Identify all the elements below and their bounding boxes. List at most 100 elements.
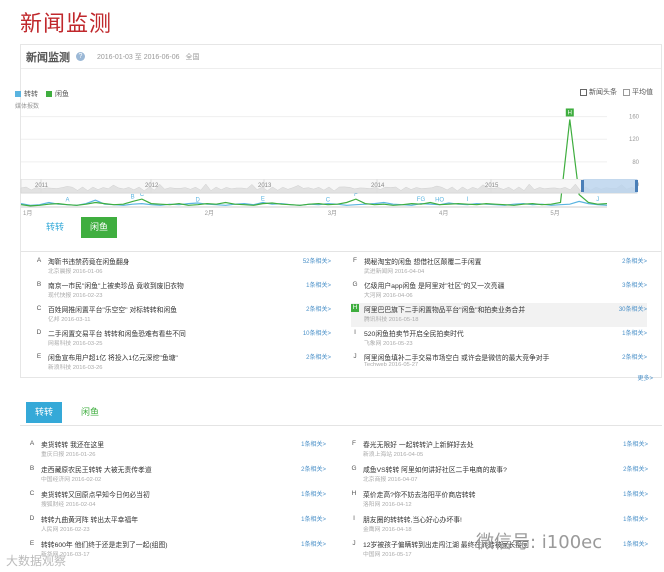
news-title-link[interactable]: 二手闲置交易平台 转转和闲鱼恐难有看些不同: [48, 328, 284, 338]
news-title-link[interactable]: 亿级用户app闲鱼 是阿里对"社区"的又一次亮疆: [364, 280, 600, 290]
related-count-link[interactable]: 1条相关>: [623, 539, 648, 548]
tab-zhuanzhuan[interactable]: 转转: [37, 217, 73, 238]
news-title-link[interactable]: 转转600年 他们终于还是走到了一起(组图): [41, 539, 279, 549]
navigator-year-label: 2012: [145, 183, 159, 189]
news-item[interactable]: D 转转九曲黄河阵 转出太平幸福年 人民网 2016-02-23 1条相关>: [28, 513, 326, 537]
news-item[interactable]: J 阿里闲鱼填补二手交易市场空白 或许会是微信的最大竞争对手 Techweb 201…: [351, 351, 647, 375]
news-title-link[interactable]: 菜价走高?你不妨去洛阳平价商店转转: [363, 489, 601, 499]
more-link[interactable]: 更多>: [637, 373, 653, 382]
watermark-left: 大数据观察: [6, 554, 67, 568]
news-item[interactable]: B 走西藏原农民王转转 大被无责传孝道 中国经济网 2016-02-02 2条相关>: [28, 463, 326, 487]
news-title-link[interactable]: 阿里巴巴旗下二手闲置物品平台"闲鱼"和拍卖业务合并: [364, 304, 600, 314]
related-count-link[interactable]: 3条相关>: [622, 280, 647, 289]
scope-label[interactable]: 全国: [186, 52, 200, 62]
related-count-link[interactable]: 2条相关>: [622, 352, 647, 361]
slide-title: 新闻监测: [20, 12, 113, 37]
news-item[interactable]: B 南京一市民"闲鱼"上被卖珍品 竟收到废旧衣物 现代快报 2016-02-23 1条…: [35, 279, 331, 303]
news-source: 大河网 2016-04-06: [364, 293, 413, 299]
related-count-link[interactable]: 1条相关>: [306, 280, 331, 289]
news-letter-badge: I: [354, 329, 356, 336]
chart-options: 新闻头条 平均值: [580, 87, 653, 97]
news-item[interactable]: G 咸鱼VS转转 阿里如何讲好社区二手电商的故事? 北京商报 2016-04-07 2…: [350, 463, 648, 487]
news-item[interactable]: H 菜价走高?你不妨去洛阳平价商店转转 洛阳网 2016-04-12 1条相关>: [350, 488, 648, 512]
news-letter-badge: E: [36, 353, 42, 360]
news-list-top: A 淘靳书违禁药竟在闲鱼翻身 北京晨报 2016-01-06 52条相关> B 南京一市民…: [35, 255, 655, 382]
option-label: 新闻头条: [589, 89, 617, 96]
news-title-link[interactable]: 揭秘淘宝的闲鱼 想借社区颠覆二手闲置: [364, 256, 600, 266]
related-count-link[interactable]: 1条相关>: [622, 328, 647, 337]
news-item[interactable]: A 淘靳书违禁药竟在闲鱼翻身 北京晨报 2016-01-06 52条相关>: [35, 255, 331, 279]
related-count-link[interactable]: 2条相关>: [622, 256, 647, 265]
tab-zhuanzhuan-active[interactable]: 转转: [26, 402, 63, 423]
news-letter-badge: F: [353, 257, 357, 264]
related-count-link[interactable]: 1条相关>: [623, 514, 648, 523]
news-item[interactable]: F 春光无限好 一起转转沪上新鲜好去处 新浪上海站 2016-04-05 1条相关>: [350, 438, 648, 462]
news-source: 金鹰网 2016-04-18: [363, 527, 412, 533]
news-title-link[interactable]: 淘靳书违禁药竟在闲鱼翻身: [48, 256, 284, 266]
event-marker-label: I: [467, 197, 469, 203]
news-item[interactable]: E 转转600年 他们终于还是走到了一起(组图) 新华网 2016-03-17 1条相…: [28, 538, 326, 562]
news-title-link[interactable]: 转转九曲黄河阵 转出太平幸福年: [41, 514, 279, 524]
news-item[interactable]: I 520闲鱼拍卖节开启全民拍卖时代飞象网 2016-05-23 1条相关>: [351, 327, 647, 351]
news-title-link[interactable]: 520闲鱼拍卖节开启全民拍卖时代: [364, 328, 600, 338]
news-title-link[interactable]: 走西藏原农民王转转 大被无责传孝道: [41, 464, 279, 474]
related-count-link[interactable]: 1条相关>: [301, 514, 326, 523]
news-source: 新浪上海站 2016-04-05: [363, 452, 424, 458]
news-title-link[interactable]: 闲鱼宣布用户超1亿 将投入1亿元深挖"鱼塘": [48, 352, 284, 362]
news-item[interactable]: F 揭秘淘宝的闲鱼 想借社区颠覆二手闲置武进新闻网 2016-04-04 2条相关>: [351, 255, 647, 279]
legend-label: 闲鱼: [55, 91, 69, 98]
news-source: 搜狐财经 2016-02-04: [41, 502, 96, 508]
event-marker-label: D: [196, 198, 201, 204]
related-count-link[interactable]: 1条相关>: [623, 489, 648, 498]
related-count-link[interactable]: 30条相关>: [619, 304, 647, 313]
related-count-link[interactable]: 2条相关>: [306, 352, 331, 361]
news-monitor-panel: 新闻监测 ? 2016-01-03 至 2016-06-06 全国 转转 闲鱼 …: [15, 44, 662, 382]
related-count-link[interactable]: 10条相关>: [303, 328, 331, 337]
news-item[interactable]: E 闲鱼宣布用户超1亿 将投入1亿元深挖"鱼塘" 新浪科技 2016-03-26 2条…: [35, 351, 331, 375]
legend-label: 转转: [24, 91, 38, 98]
news-item[interactable]: A 卖货转转 我还在这里 重庆日报 2016-01-26 1条相关>: [28, 438, 326, 462]
news-letter-badge: J: [353, 353, 357, 360]
legend-item-xianyu[interactable]: 闲鱼: [46, 89, 69, 99]
news-title-link[interactable]: 春光无限好 一起转转沪上新鲜好去处: [363, 439, 601, 449]
news-title-link[interactable]: 阿里闲鱼填补二手交易市场空白 或许会是微信的最大竞争对手: [364, 352, 600, 362]
option-headline[interactable]: 新闻头条: [580, 87, 617, 97]
news-source: 飞象网 2016-05-23: [364, 341, 413, 347]
related-count-link[interactable]: 1条相关>: [301, 539, 326, 548]
event-marker-label: HO: [435, 198, 444, 204]
news-source: 武进新闻网 2016-04-04: [364, 269, 425, 275]
news-title-link[interactable]: 卖货转转 我还在这里: [41, 439, 279, 449]
related-count-link[interactable]: 52条相关>: [303, 256, 331, 265]
news-source: 亿邦 2016-03-11: [48, 317, 91, 323]
news-item[interactable]: G 亿级用户app闲鱼 是阿里对"社区"的又一次亮疆 大河网 2016-04-06 3…: [351, 279, 647, 303]
news-letter-badge: H: [351, 304, 359, 312]
related-count-link[interactable]: 2条相关>: [623, 464, 648, 473]
related-count-link[interactable]: 2条相关>: [306, 304, 331, 313]
news-title-link[interactable]: 咸鱼VS转转 阿里如何讲好社区二手电商的故事?: [363, 464, 601, 474]
related-count-link[interactable]: 1条相关>: [301, 439, 326, 448]
date-range[interactable]: 2016-01-03 至 2016-06-06: [97, 52, 180, 62]
news-item[interactable]: H 阿里巴巴旗下二手闲置物品平台"闲鱼"和拍卖业务合并 腾讯科技 2016-05-1…: [351, 303, 647, 327]
watermark-right: 微信号: i100ec: [476, 532, 603, 553]
news-item[interactable]: C 百姓网推闲置平台"乐空空" 对标转转和闲鱼 亿邦 2016-03-11 2条相关>: [35, 303, 331, 327]
news-title-link[interactable]: 南京一市民"闲鱼"上被卖珍品 竟收到废旧衣物: [48, 280, 284, 290]
related-count-link[interactable]: 1条相关>: [301, 489, 326, 498]
divider: [20, 425, 662, 426]
option-average[interactable]: 平均值: [623, 87, 653, 97]
timeline-navigator[interactable]: 2011 2012 2013 2014 2015: [15, 179, 643, 195]
tab-xianyu[interactable]: 闲鱼: [72, 402, 108, 423]
news-item[interactable]: C 卖货转转又回原点早知今日何必当初 搜狐财经 2016-02-04 1条相关>: [28, 488, 326, 512]
legend-item-zhuanzhuan[interactable]: 转转: [15, 89, 38, 99]
y-tick-label: 160: [629, 115, 640, 121]
navigator-year-label: 2013: [258, 183, 272, 189]
navigator-handle-right: [635, 180, 638, 192]
help-icon[interactable]: ?: [76, 52, 85, 61]
news-item[interactable]: D 二手闲置交易平台 转转和闲鱼恐难有看些不同 网易科技 2016-03-25 10条…: [35, 327, 331, 351]
related-count-link[interactable]: 1条相关>: [623, 439, 648, 448]
tab-xianyu-active[interactable]: 闲鱼: [81, 217, 118, 238]
news-title-link[interactable]: 百姓网推闲置平台"乐空空" 对标转转和闲鱼: [48, 304, 284, 314]
related-count-link[interactable]: 2条相关>: [301, 464, 326, 473]
news-source: 北京晨报 2016-01-06: [48, 269, 103, 275]
news-title-link[interactable]: 卖货转转又回原点早知今日何必当初: [41, 489, 279, 499]
news-title-link[interactable]: 朋友圈的转转转,当心好心办坏事!: [363, 514, 601, 524]
